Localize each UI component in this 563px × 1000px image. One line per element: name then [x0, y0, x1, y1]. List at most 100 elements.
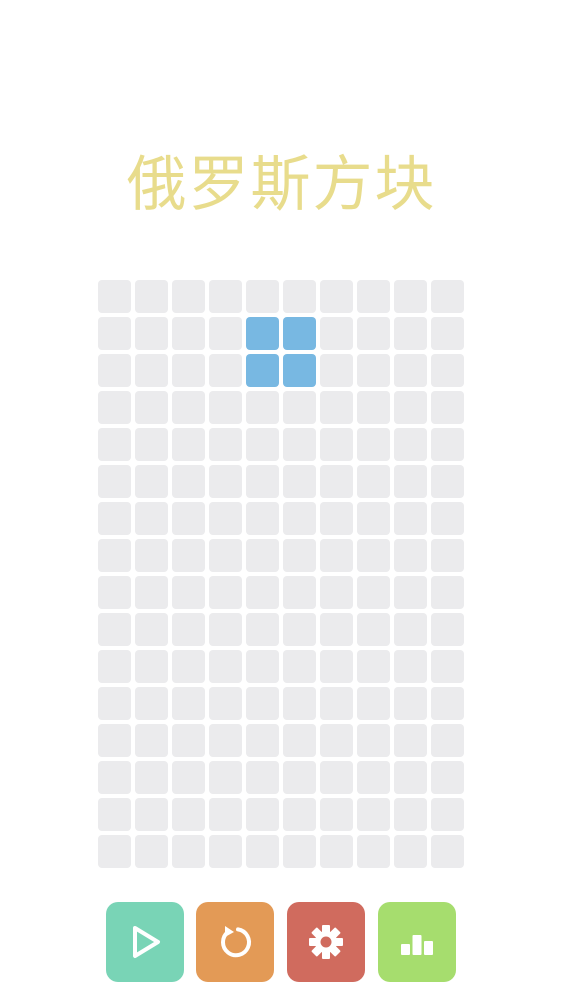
board-cell	[246, 761, 279, 794]
board-cell	[246, 724, 279, 757]
board-cell	[283, 576, 316, 609]
board-cell	[246, 465, 279, 498]
board-cell	[394, 835, 427, 868]
board-cell	[320, 650, 353, 683]
board-cell	[209, 613, 242, 646]
board-cell	[394, 502, 427, 535]
board-cell	[357, 391, 390, 424]
board-cell	[283, 391, 316, 424]
board-cell	[357, 576, 390, 609]
board-cell	[431, 391, 464, 424]
board-cell	[246, 576, 279, 609]
board-cell	[283, 539, 316, 572]
board-cell	[172, 613, 205, 646]
board-cell	[98, 502, 131, 535]
restart-button[interactable]	[196, 902, 274, 982]
board-cell	[98, 835, 131, 868]
board-cell	[135, 724, 168, 757]
board-cell	[357, 761, 390, 794]
board-cell	[431, 465, 464, 498]
board-cell	[431, 539, 464, 572]
board-cell	[209, 317, 242, 350]
board-cell	[172, 798, 205, 831]
board-cell	[98, 428, 131, 461]
board-cell	[394, 724, 427, 757]
board-cell	[320, 687, 353, 720]
board-cell	[135, 576, 168, 609]
board-cell	[394, 391, 427, 424]
board-cell	[135, 317, 168, 350]
board-cell	[135, 687, 168, 720]
board-cell	[320, 428, 353, 461]
board-cell	[431, 687, 464, 720]
board-cell	[209, 576, 242, 609]
board-cell	[172, 539, 205, 572]
leaderboard-button[interactable]	[378, 902, 456, 982]
board-cell	[98, 354, 131, 387]
board-cell	[357, 724, 390, 757]
board-cell	[320, 761, 353, 794]
board-cell	[135, 428, 168, 461]
game-board	[98, 280, 466, 870]
board-cell	[209, 724, 242, 757]
board-cell	[246, 798, 279, 831]
board-cell	[394, 280, 427, 313]
game-title: 俄罗斯方块	[126, 150, 437, 220]
board-cell	[283, 502, 316, 535]
board-cell	[172, 576, 205, 609]
board-cell	[431, 502, 464, 535]
board-cell	[394, 539, 427, 572]
control-bar	[106, 902, 458, 982]
board-cell	[320, 391, 353, 424]
board-cell	[246, 650, 279, 683]
board-cell	[394, 613, 427, 646]
board-cell	[98, 761, 131, 794]
board-cell	[394, 465, 427, 498]
board-cell	[357, 354, 390, 387]
settings-button[interactable]	[287, 902, 365, 982]
board-cell	[357, 613, 390, 646]
board-cell	[357, 835, 390, 868]
board-cell	[394, 354, 427, 387]
board-cell	[172, 724, 205, 757]
board-cell	[246, 391, 279, 424]
active-block-cell	[246, 317, 279, 350]
board-cell	[431, 761, 464, 794]
board-cell	[172, 280, 205, 313]
board-cell	[283, 465, 316, 498]
board-cell	[98, 280, 131, 313]
board-cell	[320, 724, 353, 757]
board-cell	[394, 761, 427, 794]
play-button[interactable]	[106, 902, 184, 982]
board-cell	[135, 539, 168, 572]
board-cell	[283, 650, 316, 683]
board-cell	[320, 280, 353, 313]
board-cell	[431, 798, 464, 831]
board-cell	[135, 391, 168, 424]
board-cell	[98, 724, 131, 757]
board-cell	[246, 835, 279, 868]
board-cell	[172, 317, 205, 350]
board-cell	[394, 650, 427, 683]
active-block-cell	[246, 354, 279, 387]
board-cell	[357, 539, 390, 572]
board-cell	[320, 502, 353, 535]
board-cell	[431, 280, 464, 313]
board-cell	[246, 428, 279, 461]
board-cell	[246, 502, 279, 535]
board-cell	[172, 761, 205, 794]
board-cell	[135, 280, 168, 313]
board-cell	[135, 354, 168, 387]
board-cell	[246, 687, 279, 720]
board-cell	[357, 798, 390, 831]
board-cell	[209, 798, 242, 831]
board-cell	[172, 835, 205, 868]
board-cell	[320, 354, 353, 387]
board-cell	[98, 650, 131, 683]
board-cell	[320, 835, 353, 868]
board-cell	[172, 354, 205, 387]
board-cell	[98, 317, 131, 350]
board-cell	[431, 613, 464, 646]
board-cell	[209, 761, 242, 794]
board-cell	[431, 835, 464, 868]
